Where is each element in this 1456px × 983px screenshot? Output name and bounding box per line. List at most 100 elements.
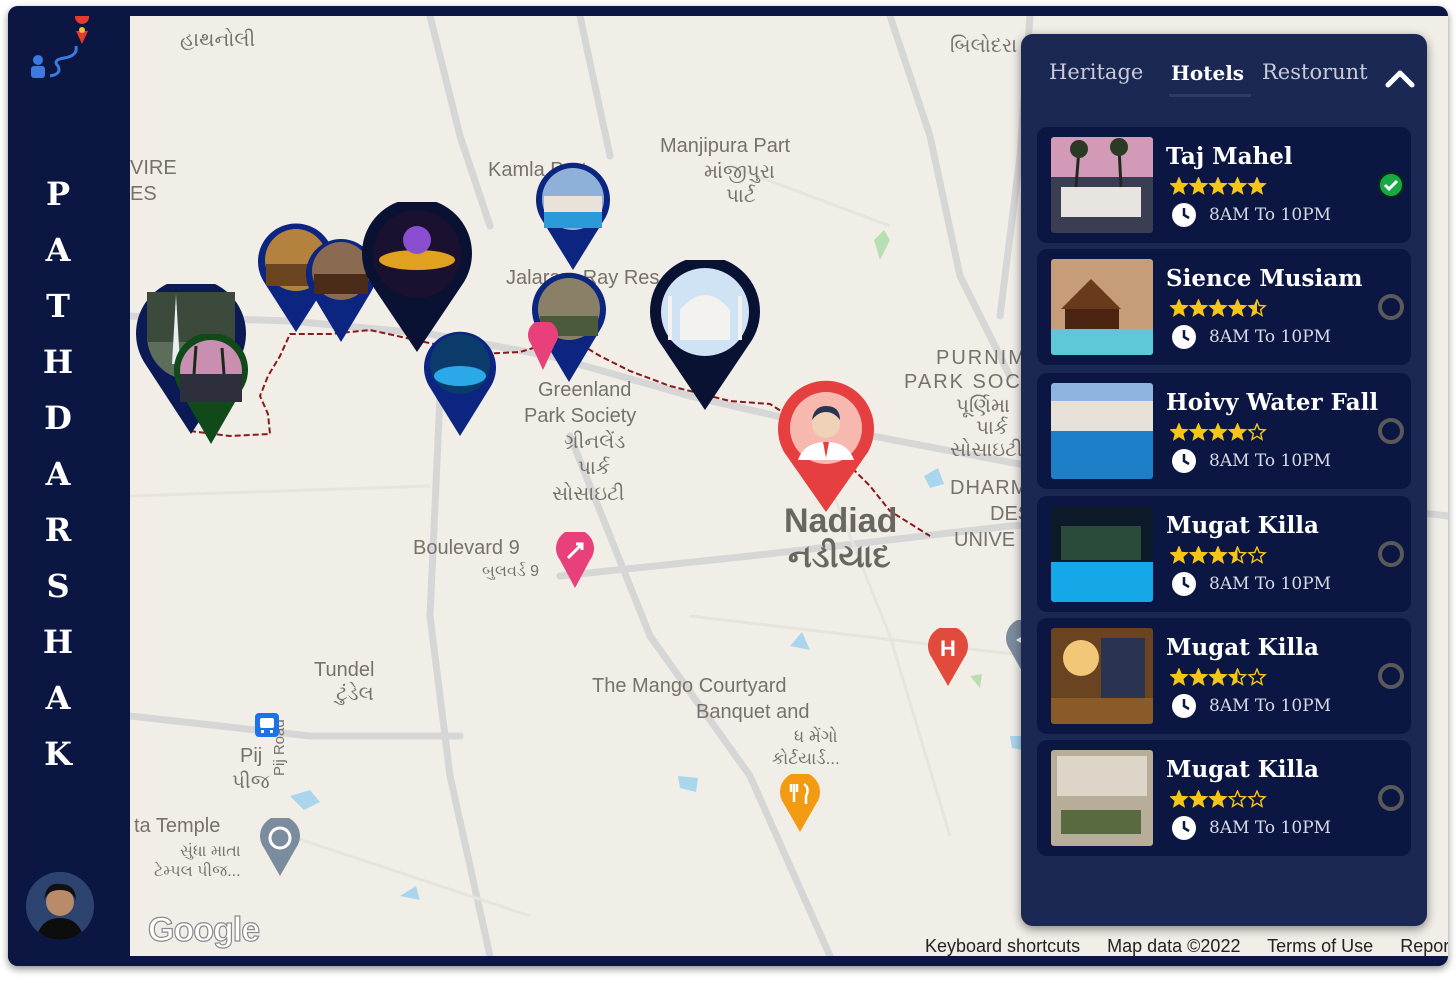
map-label: ટેમ્પલ પીજ... [154, 863, 241, 880]
star-icon [1208, 177, 1228, 195]
star-icon [1188, 177, 1209, 195]
map-label: Greenland [538, 379, 632, 401]
selected-check-icon[interactable] [1378, 172, 1404, 198]
hotel-name: Mugat Killa [1166, 512, 1319, 539]
map-label: Tundel [314, 659, 375, 681]
map-label: કોર્ટયાર્ડ... [772, 749, 840, 768]
brand-letter: S [46, 567, 70, 605]
star-icon [1170, 668, 1189, 686]
tab-heritage[interactable]: Heritage [1049, 60, 1143, 84]
hotel-image [1051, 628, 1153, 724]
place-pin[interactable] [528, 322, 558, 370]
star-icon [1247, 546, 1267, 564]
restaurant-marker[interactable] [780, 774, 820, 832]
star-icon [1227, 423, 1248, 441]
select-radio[interactable] [1378, 785, 1404, 811]
terms-of-use-link[interactable]: Terms of Use [1267, 936, 1373, 956]
rating-stars [1170, 423, 1267, 441]
map-label: ધ મેંગો [794, 727, 838, 746]
map-label: પૂર્ણિમા [956, 395, 1010, 417]
star-icon [1208, 668, 1228, 686]
map-label: સોસાઇટી [950, 439, 1023, 461]
hotel-pin[interactable] [536, 162, 610, 270]
brand-letter: H [42, 623, 74, 661]
hotel-name: Taj Mahel [1166, 143, 1293, 170]
opening-hours: 8AM To 10PM [1209, 451, 1332, 471]
opening-hours: 8AM To 10PM [1209, 696, 1332, 716]
star-icon [1227, 668, 1248, 686]
clock-icon [1172, 203, 1196, 227]
hospital-pin[interactable]: H [928, 628, 968, 686]
star-icon [1227, 790, 1248, 808]
map-label: Pij [240, 745, 263, 767]
hotel-image [1051, 383, 1153, 479]
star-icon [1247, 299, 1267, 317]
hotel-card[interactable]: Hoivy Water Fall 8AM To 10PM [1037, 373, 1411, 489]
hotel-name: Sience Musiam [1166, 265, 1363, 292]
sidebar: P A T H D A R S H A K [8, 6, 120, 966]
user-location-pin[interactable] [776, 380, 876, 512]
hotel-card[interactable]: Sience Musiam 8AM To 10PM [1037, 249, 1411, 365]
map-label: સુંધા માતા [180, 843, 241, 860]
map-label: પાર્ક [976, 417, 1008, 439]
opening-hours: 8AM To 10PM [1209, 574, 1332, 594]
hotel-image [1051, 506, 1153, 602]
hotel-card[interactable]: Mugat Killa 8AM To 10PM [1037, 496, 1411, 612]
map-label: પાર્ક [578, 457, 610, 479]
map-label: પાર્ટ [726, 185, 756, 207]
rating-stars [1170, 790, 1267, 808]
user-avatar[interactable] [26, 872, 94, 940]
map-label: ગ્રીનલેંડ [564, 431, 626, 453]
taj-mahal-pin[interactable] [650, 260, 760, 410]
select-radio[interactable] [1378, 294, 1404, 320]
app-logo-icon[interactable] [22, 10, 102, 86]
brand-letter: P [45, 175, 71, 213]
hotel-card[interactable]: Mugat Killa 8AM To 10PM [1037, 740, 1411, 856]
hotel-name: Mugat Killa [1166, 756, 1319, 783]
map-label: ta Temple [134, 815, 221, 837]
select-radio[interactable] [1378, 663, 1404, 689]
rating-stars [1170, 299, 1267, 317]
opening-hours: 8AM To 10PM [1209, 205, 1332, 225]
hotel-card[interactable]: Taj Mahel 8AM To 10PM [1037, 127, 1411, 243]
star-icon [1247, 668, 1267, 686]
opening-hours: 8AM To 10PM [1209, 818, 1332, 838]
star-icon [1247, 790, 1267, 808]
app-window: P A T H D A R S H A K હાથનોલી VIRE ES Ka… [8, 6, 1448, 966]
brand-letter: H [42, 343, 74, 381]
chevron-up-icon[interactable] [1385, 68, 1415, 88]
rating-stars [1170, 546, 1267, 564]
hotel-card[interactable]: Mugat Killa 8AM To 10PM [1037, 618, 1411, 734]
clock-icon [1172, 694, 1196, 718]
brand-letter: D [44, 399, 72, 437]
star-icon [1247, 177, 1267, 195]
place-pin[interactable] [556, 532, 594, 588]
clock-icon [1172, 449, 1196, 473]
report-map-error-link[interactable]: Report a map error [1400, 936, 1448, 956]
star-icon [1208, 546, 1228, 564]
star-icon [1170, 790, 1189, 808]
map-label: ટુંડેલ [336, 683, 374, 705]
hotel-image [1051, 750, 1153, 846]
map-label: Boulevard 9 [413, 537, 520, 559]
keyboard-shortcuts-link[interactable]: Keyboard shortcuts [925, 936, 1080, 956]
brand-letter: A [45, 455, 71, 493]
brand-letter: K [44, 735, 72, 773]
clock-icon [1172, 325, 1196, 349]
map-label: Park Society [524, 405, 637, 427]
star-icon [1170, 546, 1189, 564]
bus-stop-icon[interactable] [254, 712, 280, 738]
tab-hotels[interactable]: Hotels [1171, 61, 1244, 85]
select-radio[interactable] [1378, 541, 1404, 567]
map-label: Banquet and [696, 701, 810, 723]
map-label: બુલવર્ડ 9 [482, 563, 540, 580]
select-radio[interactable] [1378, 418, 1404, 444]
map-label: The Mango Courtyard [592, 675, 787, 697]
tab-restorunt[interactable]: Restorunt [1262, 60, 1368, 84]
temple-pin[interactable] [260, 818, 300, 876]
hotel-pin[interactable] [424, 328, 496, 436]
map-label: VIRE [130, 157, 177, 179]
map-data-label: Map data ©2022 [1107, 936, 1241, 956]
hotel-image [1051, 137, 1153, 233]
selected-hotel-pin[interactable] [174, 334, 248, 444]
